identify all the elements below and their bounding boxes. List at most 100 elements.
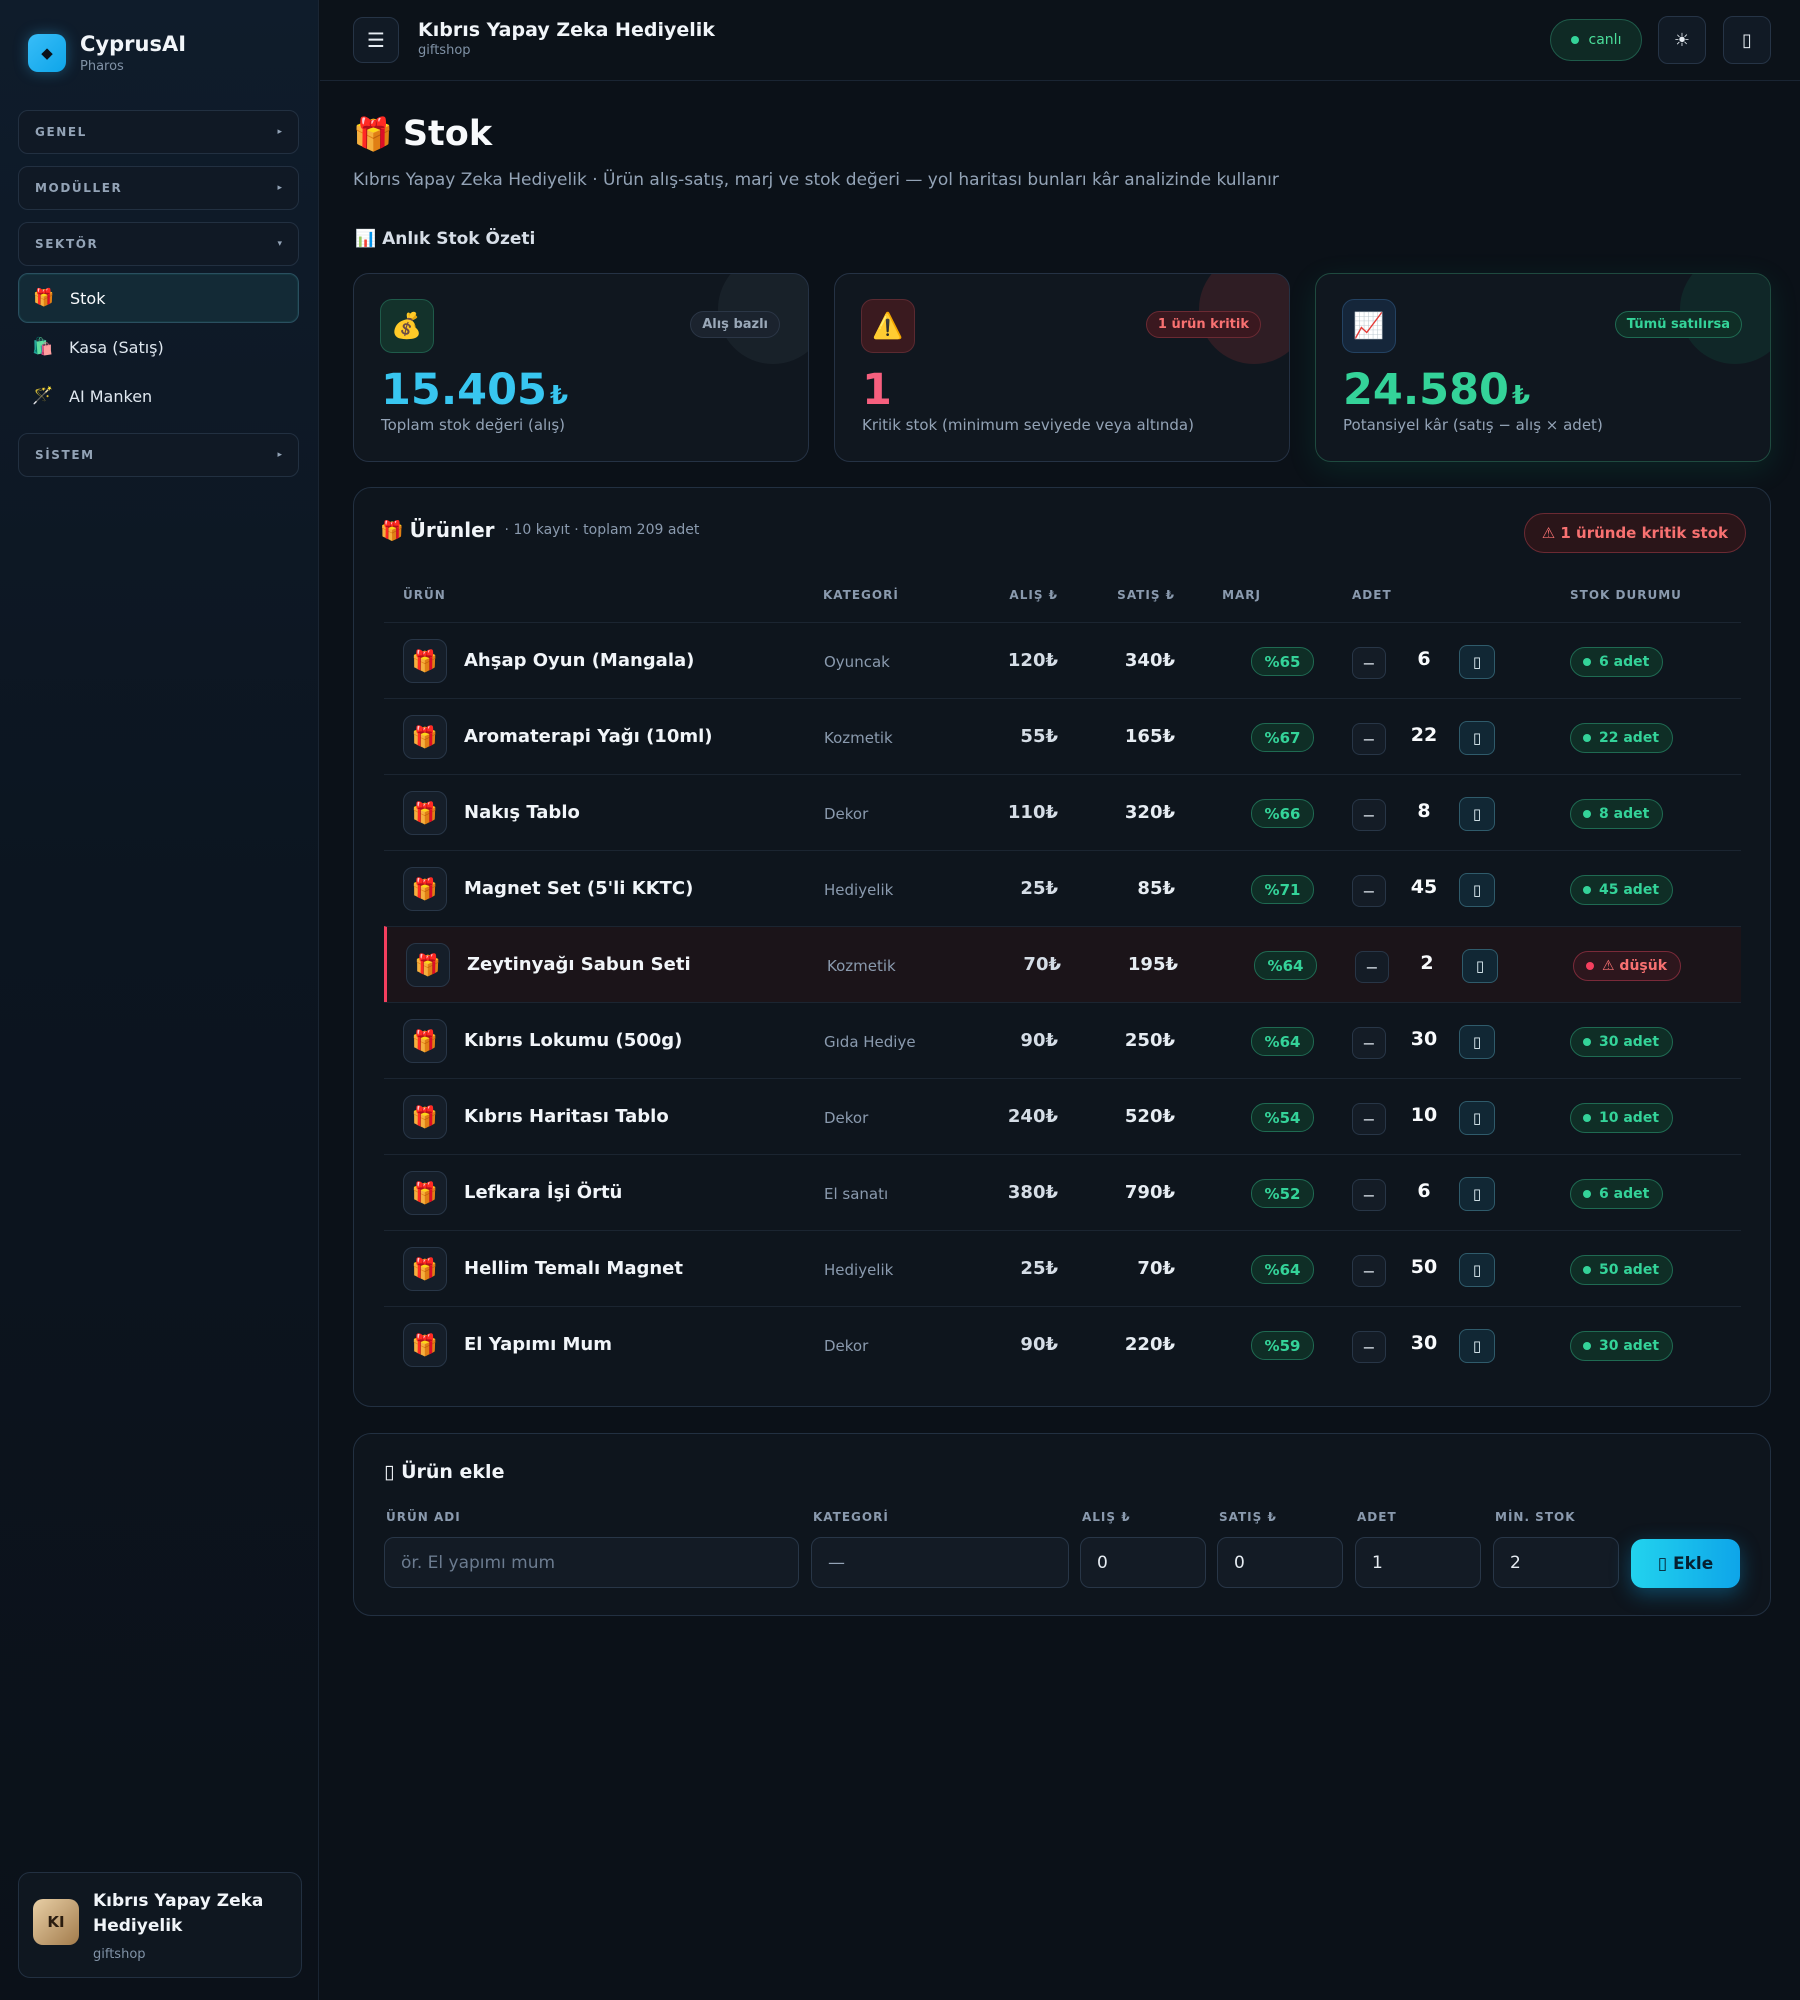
sidebar-item-ai-manken[interactable]: 🪄 AI Manken (18, 371, 299, 421)
increase-qty-button[interactable]: ▯ (1459, 797, 1495, 831)
card-badge: Alış bazlı (690, 311, 780, 338)
table-row[interactable]: 🎁 Kıbrıs Haritası Tablo Dekor 240₺ 520₺ %54 − 1… (384, 1078, 1741, 1154)
stock-status-badge: 30 adet (1570, 1331, 1674, 1361)
table-row[interactable]: 🎁 Aromaterapi Yağı (10ml) Kozmetik 55₺ 165₺%… (384, 698, 1741, 774)
stock-status-text: 30 adet (1599, 1338, 1660, 1354)
gift-icon: 🎁 (403, 1019, 447, 1063)
add-product-button[interactable]: ▯ Ekle (1631, 1539, 1740, 1588)
stock-value-card: 💰 Alış bazlı 15.405 ₺ Toplam stok değeri … (353, 273, 809, 462)
gift-icon: 🎁 (353, 115, 393, 153)
col-header-buy[interactable]: ALIŞ ₺ (944, 588, 1058, 602)
increase-qty-button[interactable]: ▯ (1459, 1025, 1495, 1059)
stock-status-text: 10 adet (1599, 1110, 1660, 1126)
table-row[interactable]: 🎁 Hellim Temalı Magnet Hediyelik 25₺ 70₺ %64 −… (384, 1230, 1741, 1306)
stock-status-badge: 10 adet (1570, 1103, 1674, 1133)
quantity-value: 10 (1410, 1104, 1438, 1126)
quantity-value: 30 (1410, 1028, 1438, 1050)
nav-group-genel[interactable]: GENEL ▸ (18, 110, 299, 154)
table-row[interactable]: 🎁 Nakış Tablo Dekor 110₺ 320₺ %66 − 8 ▯ 8 adet (384, 774, 1741, 850)
decrease-qty-button[interactable]: − (1352, 723, 1386, 755)
col-header-product[interactable]: ÜRÜN (403, 588, 446, 602)
page-title: 🎁 Stok (353, 114, 492, 154)
table-row[interactable]: 🎁 Zeytinyağı Sabun Seti Kozmetik 70₺ 195₺ %64… (384, 926, 1741, 1003)
sell-price: 220₺ (1124, 1334, 1175, 1355)
min-stock-input[interactable]: 2 (1493, 1537, 1619, 1588)
label-product-name: ÜRÜN ADI (386, 1510, 461, 1524)
margin-badge: %54 (1251, 1103, 1314, 1132)
decrease-qty-button[interactable]: − (1352, 1179, 1386, 1211)
nav-group-sistem[interactable]: SİSTEM ▸ (18, 433, 299, 477)
product-category: El sanatı (824, 1185, 889, 1203)
decrease-qty-button[interactable]: − (1352, 1103, 1386, 1135)
increase-qty-button[interactable]: ▯ (1459, 645, 1495, 679)
increase-qty-button[interactable]: ▯ (1462, 949, 1498, 983)
margin-badge: %59 (1251, 1331, 1314, 1360)
col-header-qty[interactable]: ADET (1352, 588, 1392, 602)
quantity-input[interactable]: 1 (1355, 1537, 1481, 1588)
decrease-qty-button[interactable]: − (1352, 1027, 1386, 1059)
increase-qty-button[interactable]: ▯ (1459, 1329, 1495, 1363)
brand-sub: Pharos (80, 59, 124, 74)
label-buy: ALIŞ ₺ (1082, 1510, 1131, 1524)
card-caption: Potansiyel kâr (satış − alış × adet) (1343, 416, 1603, 434)
chart-up-icon: 📈 (1342, 299, 1396, 353)
brand[interactable]: ◆ CyprusAI Pharos (28, 32, 186, 74)
topbar-sub: giftshop (418, 43, 471, 58)
col-header-status[interactable]: STOK DURUMU (1570, 588, 1682, 602)
buy-price: 25₺ (1020, 878, 1058, 899)
col-header-category[interactable]: KATEGORİ (823, 588, 899, 602)
menu-icon[interactable]: ☰ (353, 17, 399, 63)
table-row[interactable]: 🎁 Ahşap Oyun (Mangala) Oyuncak 120₺ 340₺ %65 −… (384, 622, 1741, 698)
decrease-qty-button[interactable]: − (1352, 1331, 1386, 1363)
buy-price-input[interactable]: 0 (1080, 1537, 1206, 1588)
product-name: Hellim Temalı Magnet (464, 1258, 683, 1279)
card-value: 15.405 ₺ (381, 366, 568, 420)
sell-price: 195₺ (1127, 954, 1178, 975)
table-row[interactable]: 🎁 El Yapımı Mum Dekor 90₺ 220₺ %59 − 30 ▯ 30 adet (384, 1306, 1741, 1382)
increase-qty-button[interactable]: ▯ (1459, 1177, 1495, 1211)
gift-icon: 🎁 (403, 1323, 447, 1367)
col-header-sell[interactable]: SATIŞ ₺ (1064, 588, 1175, 602)
stock-status-badge: ⚠ düşük (1573, 951, 1682, 981)
col-header-margin[interactable]: MARJ (1177, 588, 1261, 602)
stock-status-badge: 8 adet (1570, 799, 1664, 829)
critical-stock-pill[interactable]: ⚠ 1 üründe kritik stok (1523, 513, 1746, 553)
products-title-text: Ürünler (409, 518, 495, 542)
card-value: 1 (862, 366, 895, 414)
table-row[interactable]: 🎁 Magnet Set (5'li KKTC) Hediyelik 25₺ 85₺ %7… (384, 850, 1741, 926)
margin-badge: %65 (1251, 647, 1314, 676)
buy-price: 240₺ (1007, 1106, 1058, 1127)
table-row[interactable]: 🎁 Lefkara İşi Örtü El sanatı 380₺ 790₺ %52 − 6 ▯… (384, 1154, 1741, 1230)
sidebar-item-kasa[interactable]: 🛍️ Kasa (Satış) (18, 322, 299, 372)
magic-wand-icon: 🪄 (32, 386, 54, 406)
nav-group-moduller[interactable]: MODÜLLER ▸ (18, 166, 299, 210)
decrease-qty-button[interactable]: − (1352, 799, 1386, 831)
product-name-input[interactable]: ör. El yapımı mum (384, 1537, 799, 1588)
nav-group-label: SİSTEM (35, 448, 95, 462)
add-product-panel: ▯ Ürün ekle ÜRÜN ADI KATEGORİ ALIŞ ₺ SAT… (353, 1433, 1771, 1616)
increase-qty-button[interactable]: ▯ (1459, 1101, 1495, 1135)
table-row[interactable]: 🎁 Kıbrıs Lokumu (500g) Gıda Hediye 90₺ 250₺%… (384, 1002, 1741, 1078)
increase-qty-button[interactable]: ▯ (1459, 1253, 1495, 1287)
stock-status-badge: 22 adet (1570, 723, 1674, 753)
decrease-qty-button[interactable]: − (1352, 1255, 1386, 1287)
decrease-qty-button[interactable]: − (1355, 951, 1389, 983)
label-sell: SATIŞ ₺ (1219, 1510, 1277, 1524)
sell-price-input[interactable]: 0 (1217, 1537, 1343, 1588)
stock-status-badge: 6 adet (1570, 647, 1664, 677)
topbar-action-icon[interactable]: ▯ (1723, 16, 1771, 64)
sell-price: 320₺ (1124, 802, 1175, 823)
gift-icon: 🎁 (403, 1171, 447, 1215)
nav-group-sektor[interactable]: SEKTÖR ▾ (18, 222, 299, 266)
theme-toggle-icon[interactable]: ☀ (1658, 16, 1706, 64)
increase-qty-button[interactable]: ▯ (1459, 721, 1495, 755)
increase-qty-button[interactable]: ▯ (1459, 873, 1495, 907)
category-select[interactable]: — (811, 1537, 1069, 1588)
decrease-qty-button[interactable]: − (1352, 647, 1386, 679)
decrease-qty-button[interactable]: − (1352, 875, 1386, 907)
account-card[interactable]: KI Kıbrıs Yapay Zeka Hediyelik giftshop (18, 1872, 302, 1978)
live-dot-icon (1570, 36, 1579, 44)
buy-price: 120₺ (1007, 650, 1058, 671)
sidebar-item-stok[interactable]: 🎁 Stok (18, 273, 299, 323)
nav-group-label: GENEL (35, 125, 87, 139)
